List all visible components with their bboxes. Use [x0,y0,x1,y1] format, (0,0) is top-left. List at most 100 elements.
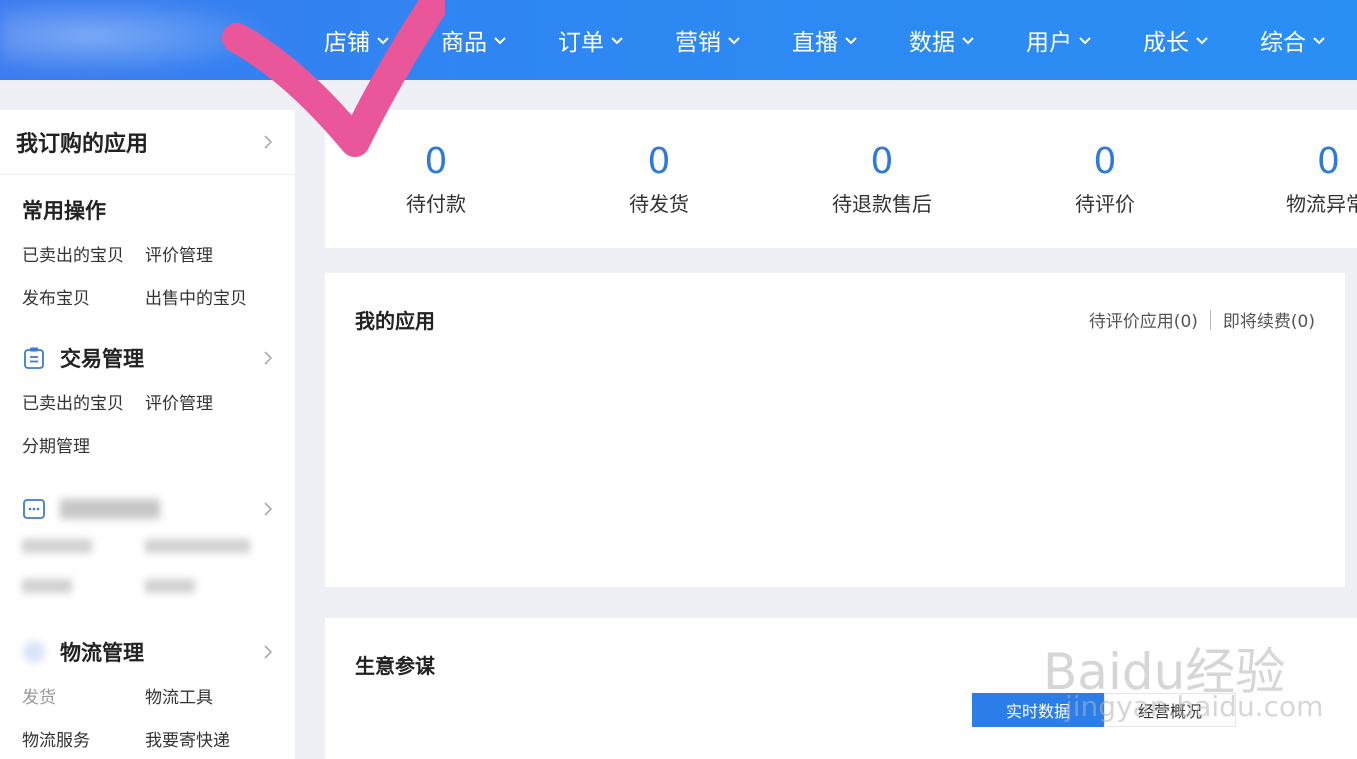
chevron-right-icon [264,351,273,365]
trade-management-section: 交易管理 已卖出的宝贝 评价管理 分期管理 [0,343,295,457]
truck-icon [23,641,45,663]
link-publish-item[interactable]: 发布宝贝 [22,284,145,309]
clipboard-icon [24,347,44,369]
link-sold-items[interactable]: 已卖出的宝贝 [22,389,145,414]
chevron-down-icon [728,37,740,45]
section-title-row[interactable]: 物流管理 [22,637,273,667]
nav-label: 商品 [441,30,487,56]
link-installment-management[interactable]: 分期管理 [22,432,145,457]
common-actions-links: 已卖出的宝贝 评价管理 发布宝贝 出售中的宝贝 [22,241,273,309]
my-apps-links: 待评价应用(0) 即将续费(0) [1089,307,1315,332]
section-title-left [22,497,160,521]
section-title-row: 常用操作 [22,195,273,225]
top-nav-menu: 店铺 商品 订单 营销 直播 数据 用户 成长 综合 [310,0,1357,80]
section-title: 交易管理 [60,347,144,371]
stat-label: 物流异常 [1286,192,1357,216]
sidebar: 我订购的应用 常用操作 已卖出的宝贝 评价管理 发布宝贝 出售中的宝贝 交易管理… [0,110,295,759]
section-title-left: 交易管理 [22,343,144,373]
nav-label: 订单 [558,30,604,56]
blurred-link [145,579,195,593]
chevron-right-icon [264,135,273,149]
section-title-row[interactable]: 交易管理 [22,343,273,373]
nav-label: 店铺 [324,30,370,56]
chevron-down-icon [962,37,974,45]
stat-value: 0 [424,141,448,182]
link-review-management[interactable]: 评价管理 [145,241,268,266]
stat-value: 0 [870,141,894,182]
stat-value: 0 [647,141,671,182]
chevron-down-icon [1079,37,1091,45]
business-advisor-title: 生意参谋 [355,654,435,678]
stat-label: 待退款售后 [832,192,932,216]
link-logistics-tools[interactable]: 物流工具 [145,683,268,708]
blurred-section [0,497,295,607]
blurred-link [22,579,72,593]
link-review-management[interactable]: 评价管理 [145,389,268,414]
chevron-down-icon [1196,37,1208,45]
order-stats-card: 0 待付款 0 待发货 0 待退款售后 0 待评价 0 物流异常 [325,110,1357,248]
renewal-soon-link[interactable]: 即将续费(0) [1223,307,1315,332]
nav-item-users[interactable]: 用户 [1012,0,1129,80]
nav-item-data[interactable]: 数据 [895,0,1012,80]
nav-item-growth[interactable]: 成长 [1129,0,1246,80]
stat-pending-shipment[interactable]: 0 待发货 [559,140,759,217]
business-advisor-card: 生意参谋 实时数据 经营概况 [325,618,1357,759]
tab-operating-overview[interactable]: 经营概况 [1104,693,1236,727]
stat-value: 0 [1317,141,1340,182]
nav-item-store[interactable]: 店铺 [310,0,427,80]
divider [1209,309,1211,330]
link-sold-items[interactable]: 已卖出的宝贝 [22,241,145,266]
stat-pending-review[interactable]: 0 待评价 [1005,140,1205,217]
nav-label: 综合 [1260,30,1306,56]
subscribed-apps-title: 我订购的应用 [16,132,149,157]
stat-label: 待付款 [406,192,466,216]
my-apps-card: 我的应用 待评价应用(0) 即将续费(0) [325,273,1345,587]
logistics-links: 发货 物流工具 物流服务 我要寄快递 [22,683,273,751]
stat-pending-payment[interactable]: 0 待付款 [336,140,536,217]
link-logistics-service[interactable]: 物流服务 [22,726,145,751]
my-apps-title: 我的应用 [355,309,435,333]
nav-label: 直播 [792,30,838,56]
link-items-on-sale[interactable]: 出售中的宝贝 [145,284,268,309]
nav-item-products[interactable]: 商品 [427,0,544,80]
nav-label: 成长 [1143,30,1189,56]
chevron-down-icon [845,37,857,45]
stat-label: 待发货 [629,192,689,216]
nav-label: 用户 [1026,30,1072,56]
nav-item-marketing[interactable]: 营销 [661,0,778,80]
pending-review-apps-link[interactable]: 待评价应用(0) [1089,307,1198,332]
logistics-management-section: 物流管理 发货 物流工具 物流服务 我要寄快递 [0,637,295,751]
chevron-down-icon [611,37,623,45]
tab-realtime-data[interactable]: 实时数据 [972,693,1104,727]
chat-icon [23,499,45,519]
top-nav-bar: 店铺 商品 订单 营销 直播 数据 用户 成长 综合 [0,0,1357,80]
nav-item-live[interactable]: 直播 [778,0,895,80]
section-title: 常用操作 [22,199,106,223]
chevron-down-icon [1313,37,1325,45]
stat-logistics-exception[interactable]: 0 物流异常 [1228,140,1357,217]
subscribed-apps-header[interactable]: 我订购的应用 [0,110,295,175]
nav-item-general[interactable]: 综合 [1246,0,1357,80]
link-send-express[interactable]: 我要寄快递 [145,726,268,751]
blurred-link [22,539,92,553]
blurred-link [145,539,250,553]
section-title: 物流管理 [60,641,144,665]
stat-pending-refund[interactable]: 0 待退款售后 [782,140,982,217]
link-ship[interactable]: 发货 [22,683,145,708]
business-tabs: 实时数据 经营概况 [972,693,1236,727]
stat-label: 待评价 [1075,192,1135,216]
chevron-down-icon [377,37,389,45]
nav-label: 数据 [909,30,955,56]
nav-label: 营销 [675,30,721,56]
chevron-down-icon [494,37,506,45]
nav-item-orders[interactable]: 订单 [544,0,661,80]
section-title-left: 物流管理 [22,637,144,667]
trade-management-links: 已卖出的宝贝 评价管理 分期管理 [22,389,273,457]
section-title-row[interactable] [22,497,273,521]
stat-value: 0 [1093,141,1117,182]
chevron-right-icon [264,645,273,659]
common-actions-section: 常用操作 已卖出的宝贝 评价管理 发布宝贝 出售中的宝贝 [0,195,295,309]
chevron-right-icon [264,502,273,516]
blurred-logo [0,0,300,80]
blurred-title [60,499,160,519]
